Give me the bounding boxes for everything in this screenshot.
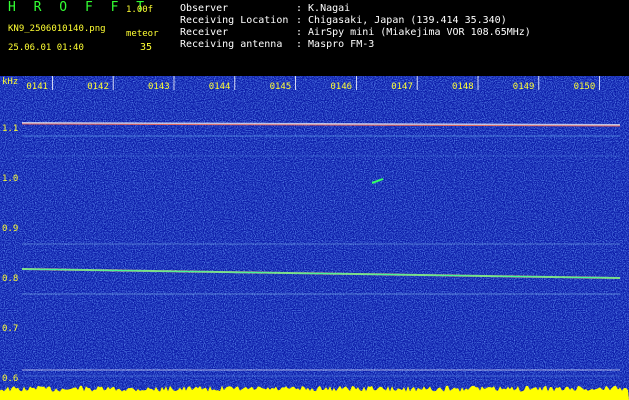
meta-key-antenna: Receiving antenna bbox=[180, 39, 283, 50]
time-tick-label: 0141 bbox=[26, 82, 48, 92]
spectrogram-plot: 0141 0142 0143 0144 0145 0146 0147 0148 0149 0150… bbox=[0, 76, 629, 400]
frequency-unit-label: kHz bbox=[2, 77, 18, 87]
time-tick-label: 0145 bbox=[270, 82, 292, 92]
frequency-tick-label: 1.1 bbox=[2, 124, 18, 134]
time-tick-label: 0149 bbox=[513, 82, 535, 92]
date-time: 25.06.01 01:40 bbox=[8, 43, 84, 53]
meta-value-location: : Chigasaki, Japan (139.414 35.340) bbox=[296, 15, 507, 26]
meteor-count: 35 bbox=[140, 42, 153, 53]
meta-key-receiver: Receiver bbox=[180, 27, 229, 38]
meta-value-observer: : K.Nagai bbox=[296, 3, 351, 14]
frequency-tick-label: 0.8 bbox=[2, 274, 18, 284]
time-tick-label: 0143 bbox=[148, 82, 170, 92]
meta-value-antenna: : Maspro FM-3 bbox=[296, 39, 375, 50]
meta-key-location: Receiving Location bbox=[180, 15, 289, 26]
frequency-tick-label: 0.6 bbox=[2, 374, 18, 384]
meteor-label: meteor bbox=[126, 29, 159, 39]
meta-value-receiver: : AirSpy mini (Miakejima VOR 108.65MHz) bbox=[296, 27, 531, 38]
frequency-tick-label: 1.0 bbox=[2, 174, 18, 184]
time-tick-label: 0142 bbox=[87, 82, 109, 92]
time-tick-label: 0147 bbox=[391, 82, 413, 92]
app-version: 1.00f bbox=[126, 5, 154, 15]
time-tick-label: 0146 bbox=[330, 82, 352, 92]
header-panel: H R O F F T 1.00f KN9_2506010140.png met… bbox=[0, 0, 629, 76]
meta-key-observer: Observer bbox=[180, 3, 229, 14]
time-tick-label: 0148 bbox=[452, 82, 474, 92]
time-tick-label: 0144 bbox=[209, 82, 231, 92]
time-tick-label: 0150 bbox=[574, 82, 596, 92]
file-name: KN9_2506010140.png bbox=[8, 24, 106, 34]
frequency-tick-label: 0.9 bbox=[2, 224, 18, 234]
frequency-tick-label: 0.7 bbox=[2, 324, 18, 334]
